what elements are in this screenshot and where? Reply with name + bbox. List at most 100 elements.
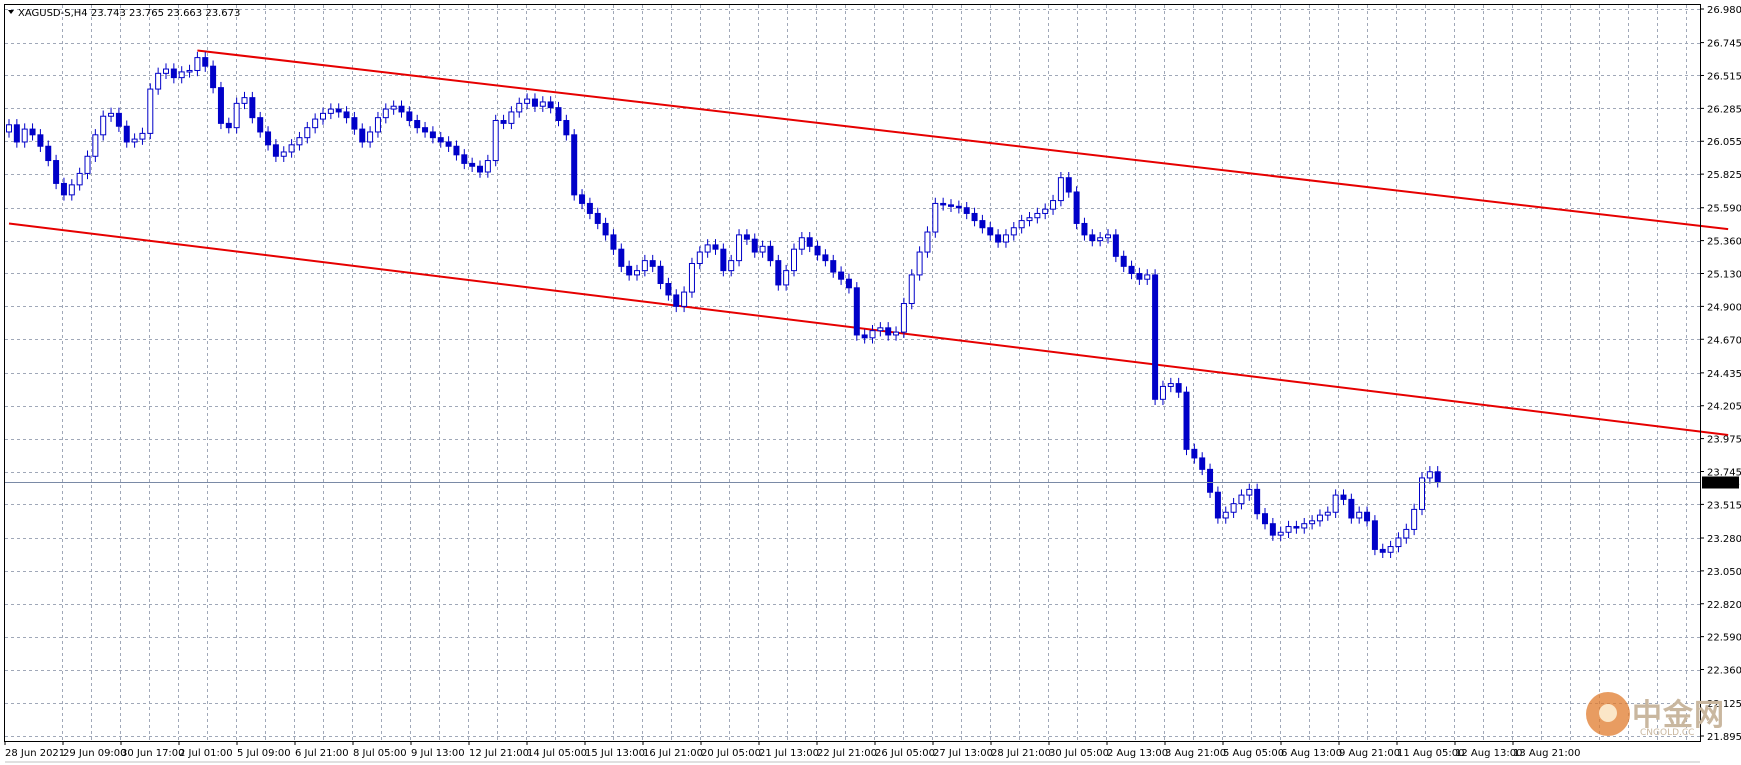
candle-body-bear <box>1348 498 1355 519</box>
candle <box>233 97 240 134</box>
price-tick-label: 23.050 <box>1707 567 1741 578</box>
candle-body-bear <box>579 194 586 204</box>
price-tick-label: 26.055 <box>1707 137 1741 148</box>
candle-body-bear <box>767 245 774 262</box>
time-tick-label: 2 Aug 13:00 <box>1107 748 1168 759</box>
candle-body-bear <box>657 265 664 285</box>
time-tick-label: 27 Jul 13:00 <box>933 748 993 759</box>
candle-body-bear <box>618 248 625 267</box>
candle-body-bull <box>312 118 319 129</box>
candle-body-bear <box>461 154 468 164</box>
time-tick-label: 28 Jul 21:00 <box>991 748 1051 759</box>
candle-body-bull <box>900 303 907 333</box>
price-tick-label: 23.280 <box>1707 534 1741 545</box>
candle-body-bull <box>100 115 107 136</box>
candle-body-bull <box>163 68 169 74</box>
candle-body-bull <box>1097 237 1104 242</box>
candle <box>853 282 860 341</box>
candle-body-bear <box>853 287 860 336</box>
candle-body-bull <box>728 260 735 272</box>
candle-body-bull <box>76 172 83 186</box>
candle-body-bull <box>524 98 531 104</box>
candle-body-bear <box>1089 234 1096 242</box>
candle-body-bear <box>1379 548 1386 553</box>
candle-body-bear <box>649 260 656 267</box>
candle-body-bull <box>1042 208 1049 214</box>
candle-body-bull <box>139 132 146 140</box>
candle-body-bull <box>68 184 75 196</box>
price-tick-label: 24.205 <box>1707 402 1741 413</box>
time-tick-label: 12 Jul 21:00 <box>469 748 529 759</box>
candle-body-bull <box>924 231 931 253</box>
price-tick-label: 22.820 <box>1707 600 1741 611</box>
price-tick-label: 25.130 <box>1707 269 1741 280</box>
candle-body-bear <box>1112 234 1119 257</box>
time-tick-label: 21 Jul 13:00 <box>759 748 819 759</box>
candle-body-bear <box>469 162 476 167</box>
candle-body-bear <box>743 234 750 240</box>
candle-body-bull <box>492 120 499 162</box>
candle-body-bear <box>1065 177 1072 193</box>
candle-body-bear <box>995 234 1002 243</box>
candle-body-bear <box>610 234 617 250</box>
candle-body-bear <box>602 222 609 236</box>
candle-body-bull <box>688 262 695 293</box>
candle-body-bull <box>1159 385 1166 400</box>
time-tick-label: 16 Jul 21:00 <box>643 748 703 759</box>
price-tick-label: 26.285 <box>1707 104 1741 115</box>
time-tick-label: 5 Jul 09:00 <box>237 748 291 759</box>
candle-body-bull <box>288 144 295 153</box>
candle-body-bear <box>115 112 122 127</box>
candle-body-bear <box>265 131 272 146</box>
candle-body-bull <box>304 127 311 139</box>
chart-window[interactable]: 26.980 26.745 26.515 26.285 26.055 25.825 25.5… <box>0 0 1741 765</box>
time-tick-label: 20 Jul 05:00 <box>701 748 761 759</box>
candle-body-bear <box>1120 255 1127 267</box>
candle-body-bear <box>445 141 452 147</box>
price-chart[interactable]: 26.980 26.745 26.515 26.285 26.055 25.825 25.5… <box>0 0 1741 765</box>
candle-body-bear <box>571 134 578 196</box>
candle-body-bull <box>916 251 923 276</box>
candle-body-bear <box>971 212 978 222</box>
candle-body-bull <box>877 327 884 332</box>
time-tick-label: 26 Jul 05:00 <box>875 748 935 759</box>
candle-body-bear <box>1269 523 1276 536</box>
time-tick-label: 2 Jul 01:00 <box>179 748 233 759</box>
candle-body-bear <box>1262 513 1268 525</box>
candle-body-bull <box>759 245 766 253</box>
candle-body-bear <box>1340 494 1347 500</box>
candle-body-bull <box>1246 488 1253 496</box>
time-tick-label: 22 Jul 21:00 <box>817 748 877 759</box>
candle-body-bull <box>516 102 523 113</box>
candle-body-bull <box>1309 520 1316 525</box>
candle <box>775 254 782 291</box>
price-tick-label: 24.670 <box>1707 335 1741 346</box>
candle-body-bear <box>60 182 67 196</box>
candle <box>1183 386 1190 456</box>
candle-body-bull <box>736 234 743 262</box>
price-tick-label: 25.360 <box>1707 237 1741 248</box>
candle-body-bear <box>45 145 52 162</box>
time-tick-label: 6 Jul 21:00 <box>295 748 349 759</box>
candle-body-bull <box>484 160 491 173</box>
candle-body-bull <box>1403 528 1410 539</box>
candle-body-bear <box>53 160 60 184</box>
candle-body-bull <box>1324 511 1331 516</box>
candle-body-bull <box>932 202 939 233</box>
chart-background <box>0 0 1741 765</box>
candle-body-bull <box>1018 220 1025 229</box>
candle-body-bear <box>1199 457 1206 470</box>
time-tick-label: 28 Jun 2021 <box>5 748 65 759</box>
candle-body-bear <box>414 120 421 129</box>
candle-body-bear <box>1175 383 1182 393</box>
candle-body-bear <box>948 204 954 207</box>
candle-body-bear <box>170 68 177 79</box>
candle-body-bear <box>885 327 892 336</box>
candle-body-bull <box>508 111 515 124</box>
candle-body-bull <box>1050 200 1057 210</box>
candle <box>908 269 915 310</box>
candle-body-bear <box>453 145 460 156</box>
time-tick-label: 5 Aug 05:00 <box>1223 748 1284 759</box>
candle-body-bear <box>1364 511 1371 522</box>
price-tick-label: 26.980 <box>1707 5 1741 16</box>
